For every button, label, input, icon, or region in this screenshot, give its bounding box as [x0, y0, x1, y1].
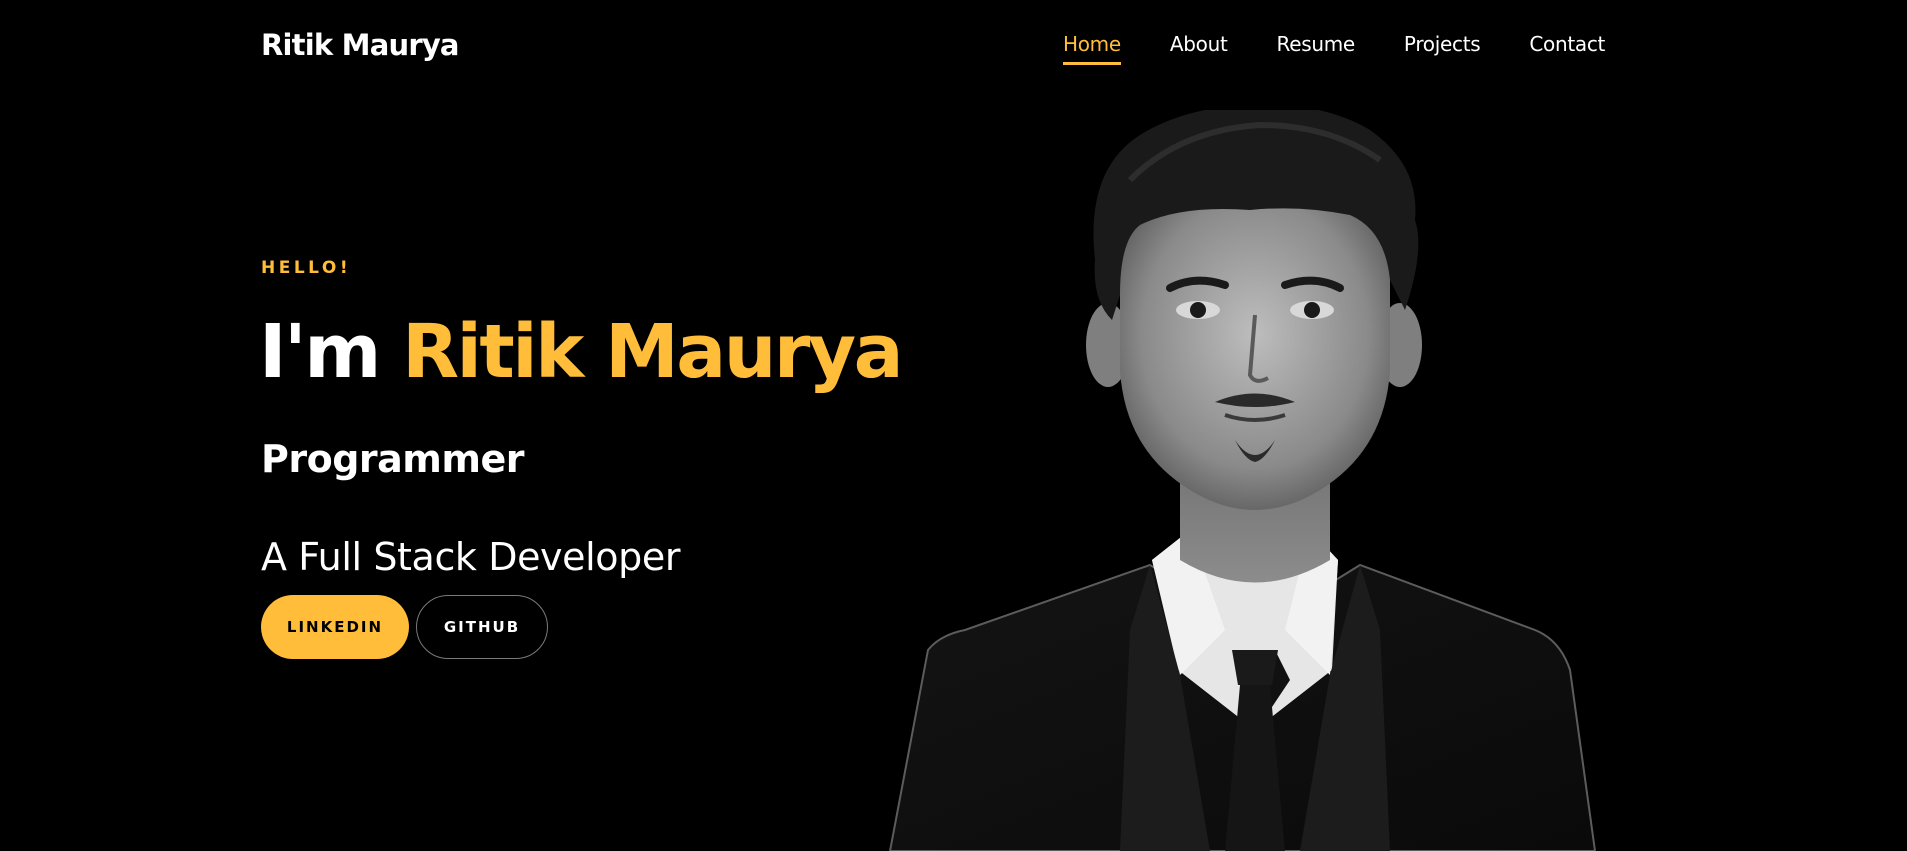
linkedin-button[interactable]: LINKEDIN	[261, 595, 409, 659]
hero-name: Ritik Maurya	[402, 309, 903, 395]
page: Ritik Maurya Home About Resume Projects …	[0, 0, 1907, 851]
hero-role: Programmer	[261, 437, 525, 481]
brand-logo[interactable]: Ritik Maurya	[261, 26, 460, 64]
hero-headline: I'm Ritik Maurya	[259, 306, 904, 398]
main-nav: Home About Resume Projects Contact	[1063, 30, 1605, 65]
nav-about[interactable]: About	[1170, 30, 1228, 64]
hero-tagline: A Full Stack Developer	[261, 535, 681, 579]
nav-resume[interactable]: Resume	[1277, 30, 1356, 64]
profile-portrait	[888, 110, 1597, 851]
hero-greeting: HELLO!	[261, 258, 352, 278]
nav-home[interactable]: Home	[1063, 30, 1121, 65]
nav-projects[interactable]: Projects	[1404, 30, 1481, 64]
nav-contact[interactable]: Contact	[1529, 30, 1605, 64]
hero-intro: I'm	[259, 309, 381, 395]
github-button[interactable]: GITHUB	[416, 595, 548, 659]
